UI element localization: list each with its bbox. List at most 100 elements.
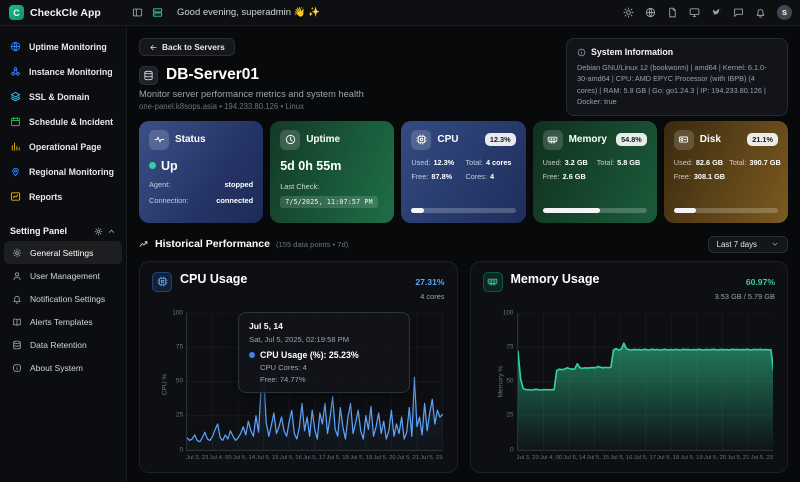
sidebar-item-alerts-templates[interactable]: Alerts Templates bbox=[4, 310, 122, 333]
x-tick-label: Jul 3, 23 bbox=[516, 454, 539, 461]
cluster-icon bbox=[10, 66, 22, 77]
cpu-badge: 12.3% bbox=[484, 133, 516, 146]
disk-progress-bar bbox=[673, 207, 778, 213]
sidebar-item-ssl-domain[interactable]: SSL & Domain bbox=[0, 84, 126, 109]
y-tick-label: 50 bbox=[506, 377, 514, 385]
uptime-value: 5d 0h 55m bbox=[280, 158, 342, 173]
memory-card: Memory 54.8% Used: 3.2 GB Total: 5.8 GB Fr… bbox=[532, 120, 657, 223]
status-up-dot bbox=[149, 162, 156, 169]
chart-tooltip: Jul 5, 14 Sat, Jul 5, 2025, 02:19:58 PM … bbox=[238, 311, 410, 393]
globe-icon bbox=[10, 41, 22, 52]
top-bar: C CheckCle App Good evening, superadmin … bbox=[0, 0, 800, 26]
brand: C CheckCle App bbox=[0, 5, 127, 20]
last-check-value: 7/5/2025, 11:07:57 PM bbox=[280, 195, 378, 208]
x-tick-label: Jul 4, 00 bbox=[209, 454, 232, 461]
cpu-total: 4 cores bbox=[485, 157, 512, 167]
history-title: Historical Performance bbox=[155, 238, 270, 250]
x-tick-label: Jul 5, 23 bbox=[420, 454, 443, 461]
bar-chart-icon bbox=[10, 141, 22, 152]
header-actions: S bbox=[618, 4, 800, 22]
y-tick-label: 100 bbox=[502, 309, 514, 316]
x-tick-label: Jul 5, 15 bbox=[586, 454, 610, 461]
main-content: Back to Servers System Information Debia… bbox=[127, 26, 800, 482]
y-tick-label: 0 bbox=[179, 446, 183, 453]
bell-icon bbox=[12, 294, 24, 304]
sidebar-item-uptime-monitoring[interactable]: Uptime Monitoring bbox=[0, 34, 126, 59]
page-title: DB-Server01 bbox=[166, 66, 260, 83]
docs-file-icon[interactable] bbox=[662, 4, 682, 22]
server-icon[interactable] bbox=[147, 4, 167, 22]
theme-sun-icon[interactable] bbox=[618, 4, 638, 22]
y-tick-label: 75 bbox=[506, 343, 514, 351]
cpu-icon bbox=[152, 271, 172, 292]
memory-free: 2.6 GB bbox=[562, 171, 586, 181]
x-tick-label: Jul 5, 15 bbox=[256, 454, 279, 461]
disk-icon bbox=[673, 129, 694, 150]
sidebar-item-reports[interactable]: Reports bbox=[0, 184, 126, 209]
bird-icon[interactable] bbox=[706, 4, 726, 22]
sidebar-item-about-system[interactable]: About System bbox=[4, 356, 122, 379]
time-range-selector[interactable]: Last 7 days bbox=[707, 235, 788, 253]
tooltip-timestamp: Sat, Jul 5, 2025, 02:19:58 PM bbox=[249, 334, 350, 344]
cpu-cores: 4 bbox=[489, 171, 495, 181]
app-name: CheckCle App bbox=[30, 6, 101, 19]
monitor-icon[interactable] bbox=[684, 4, 704, 22]
memory-x-ticks: Jul 3, 23 Jul 4, 00 Jul 5, 14 Jul 5, 15 Jul … bbox=[517, 455, 774, 461]
memory-icon bbox=[482, 271, 503, 292]
last-check-label: Last Check: bbox=[280, 181, 320, 191]
sidebar-item-schedule-incident[interactable]: Schedule & Incident bbox=[0, 109, 126, 134]
app-logo-icon: C bbox=[9, 5, 24, 20]
y-tick-label: 25 bbox=[175, 411, 183, 419]
trend-icon bbox=[139, 239, 149, 249]
sidebar-item-regional-monitoring[interactable]: Regional Monitoring bbox=[0, 159, 126, 184]
y-tick-label: 75 bbox=[175, 343, 183, 351]
sidebar-item-instance-monitoring[interactable]: Instance Monitoring bbox=[0, 59, 126, 84]
agent-value: stopped bbox=[224, 179, 254, 189]
connection-value: connected bbox=[216, 195, 254, 205]
system-info-details: Debian GNU/Linux 12 (bookworm) | amd64 |… bbox=[577, 63, 767, 106]
memory-chart-subtitle: 3.53 GB / 5.79 GB bbox=[714, 291, 775, 301]
memory-used: 3.2 GB bbox=[564, 157, 588, 167]
memory-usage-chart-card: Memory Usage 60.97% 3.53 GB / 5.79 GB Me… bbox=[469, 260, 788, 473]
chat-icon[interactable] bbox=[728, 4, 748, 22]
cpu-x-ticks: Jul 3, 23 Jul 4, 00 Jul 5, 14 Jul 5, 15 Jul … bbox=[186, 455, 443, 461]
metric-cards: Status Up Agent: stopped Connection: conne… bbox=[139, 120, 788, 223]
clock-icon bbox=[280, 129, 301, 150]
x-tick-label: Jul 5, 19 bbox=[680, 454, 703, 461]
panel-toggle-icon[interactable] bbox=[127, 4, 147, 22]
globe-icon[interactable] bbox=[640, 4, 660, 22]
memory-current-value: 60.97% bbox=[745, 276, 775, 287]
sidebar-item-user-management[interactable]: User Management bbox=[4, 264, 122, 287]
sidebar-item-general-settings[interactable]: General Settings bbox=[4, 241, 122, 264]
user-avatar[interactable]: S bbox=[777, 5, 792, 20]
back-to-servers-button[interactable]: Back to Servers bbox=[139, 38, 235, 56]
x-tick-label: Jul 5, 16 bbox=[610, 454, 633, 461]
memory-badge: 54.8% bbox=[616, 133, 647, 146]
app-window: C CheckCle App Good evening, superadmin … bbox=[0, 0, 800, 482]
memory-plot-area[interactable]: 100 75 50 25 0 bbox=[503, 309, 773, 453]
chevron-down-icon bbox=[772, 242, 778, 246]
sidebar-section-setting-panel[interactable]: Setting Panel bbox=[0, 221, 126, 241]
status-card: Status Up Agent: stopped Connection: conne… bbox=[139, 120, 264, 223]
x-tick-label: Jul 5, 23 bbox=[750, 454, 773, 461]
greeting-text: Good evening, superadmin 👋 ✨ bbox=[177, 7, 321, 18]
sidebar-item-data-retention[interactable]: Data Retention bbox=[4, 333, 122, 356]
setting-panel-label: Setting Panel bbox=[10, 226, 68, 236]
status-state: Up bbox=[161, 158, 178, 173]
sidebar-item-notification-settings[interactable]: Notification Settings bbox=[4, 287, 122, 310]
bell-icon[interactable] bbox=[750, 4, 770, 22]
disk-badge: 21.1% bbox=[747, 133, 778, 146]
memory-chart-title: Memory Usage bbox=[510, 271, 600, 286]
cpu-y-ticks: 100 75 50 25 0 bbox=[165, 309, 183, 453]
cpu-usage-chart-card: CPU Usage 27.31% 4 cores CPU % 100 75 50 25… bbox=[139, 260, 458, 473]
cpu-current-value: 27.31% bbox=[415, 276, 445, 287]
x-tick-label: Jul 5, 18 bbox=[657, 454, 680, 461]
tooltip-main-value: CPU Usage (%): 25.23% bbox=[260, 349, 359, 360]
status-card-title: Status bbox=[175, 134, 206, 145]
sidebar-item-operational-page[interactable]: Operational Page bbox=[0, 134, 126, 159]
database-icon bbox=[12, 340, 24, 350]
x-tick-label: Jul 5, 16 bbox=[279, 454, 302, 461]
uptime-card-title: Uptime bbox=[306, 134, 341, 145]
disk-total: 390.7 GB bbox=[749, 157, 781, 167]
x-tick-label: Jul 5, 14 bbox=[563, 454, 586, 461]
